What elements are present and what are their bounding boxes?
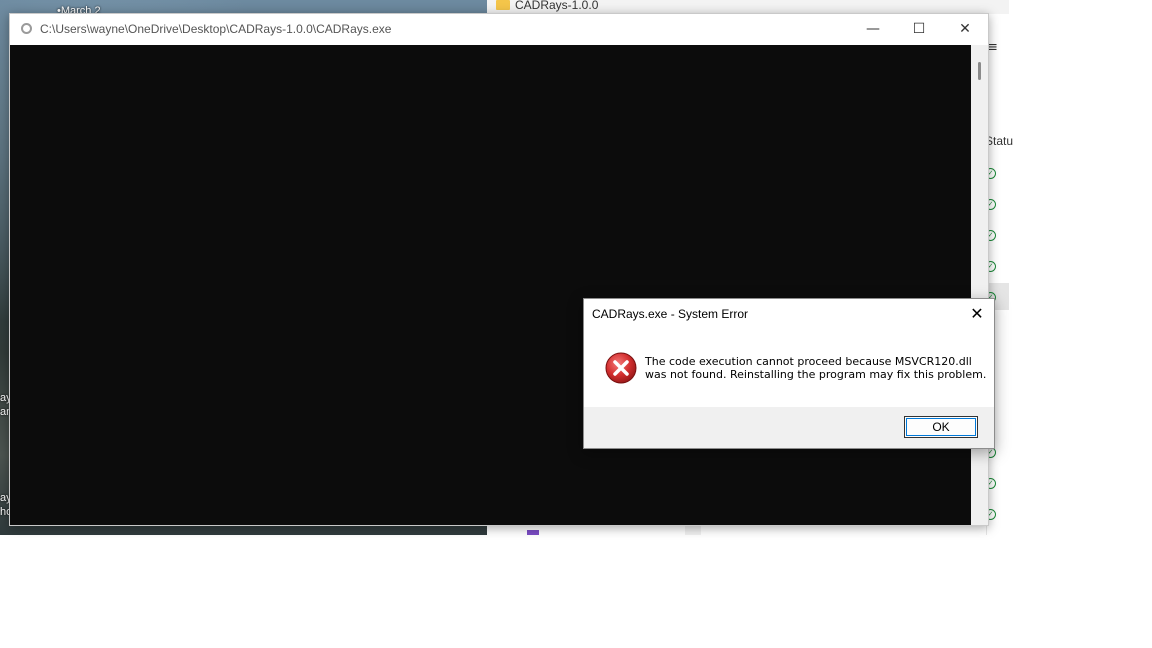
folder-icon	[496, 0, 510, 10]
dialog-button-bar: OK	[584, 407, 994, 448]
maximize-button[interactable]: ☐	[896, 14, 942, 45]
error-icon	[605, 352, 637, 384]
error-message: The code execution cannot proceed becaus…	[645, 355, 987, 381]
explorer-address-bar[interactable]: CADRays-1.0.0	[487, 0, 1009, 14]
minimize-button[interactable]: —	[850, 14, 896, 45]
error-message-line: The code execution cannot proceed becaus…	[645, 355, 972, 368]
app-icon	[21, 23, 32, 34]
console-output-area[interactable]	[10, 45, 971, 525]
folder-icon[interactable]	[527, 530, 539, 535]
console-titlebar[interactable]: C:\Users\wayne\OneDrive\Desktop\CADRays-…	[10, 14, 988, 45]
status-column-header[interactable]: Statu	[985, 134, 1013, 148]
explorer-folder-label: CADRays-1.0.0	[515, 0, 599, 12]
console-window: C:\Users\wayne\OneDrive\Desktop\CADRays-…	[9, 13, 989, 526]
system-error-dialog: CADRays.exe - System Error ✕ The code ex…	[583, 298, 995, 449]
window-title: C:\Users\wayne\OneDrive\Desktop\CADRays-…	[40, 22, 392, 36]
scrollbar-thumb[interactable]	[978, 62, 981, 80]
ok-button[interactable]: OK	[904, 416, 978, 438]
dialog-title: CADRays.exe - System Error	[592, 307, 749, 321]
close-button[interactable]: ✕	[942, 14, 988, 45]
dialog-close-button[interactable]: ✕	[964, 302, 990, 326]
vertical-scrollbar[interactable]	[971, 45, 988, 525]
error-message-line: was not found. Reinstalling the program …	[645, 368, 987, 381]
